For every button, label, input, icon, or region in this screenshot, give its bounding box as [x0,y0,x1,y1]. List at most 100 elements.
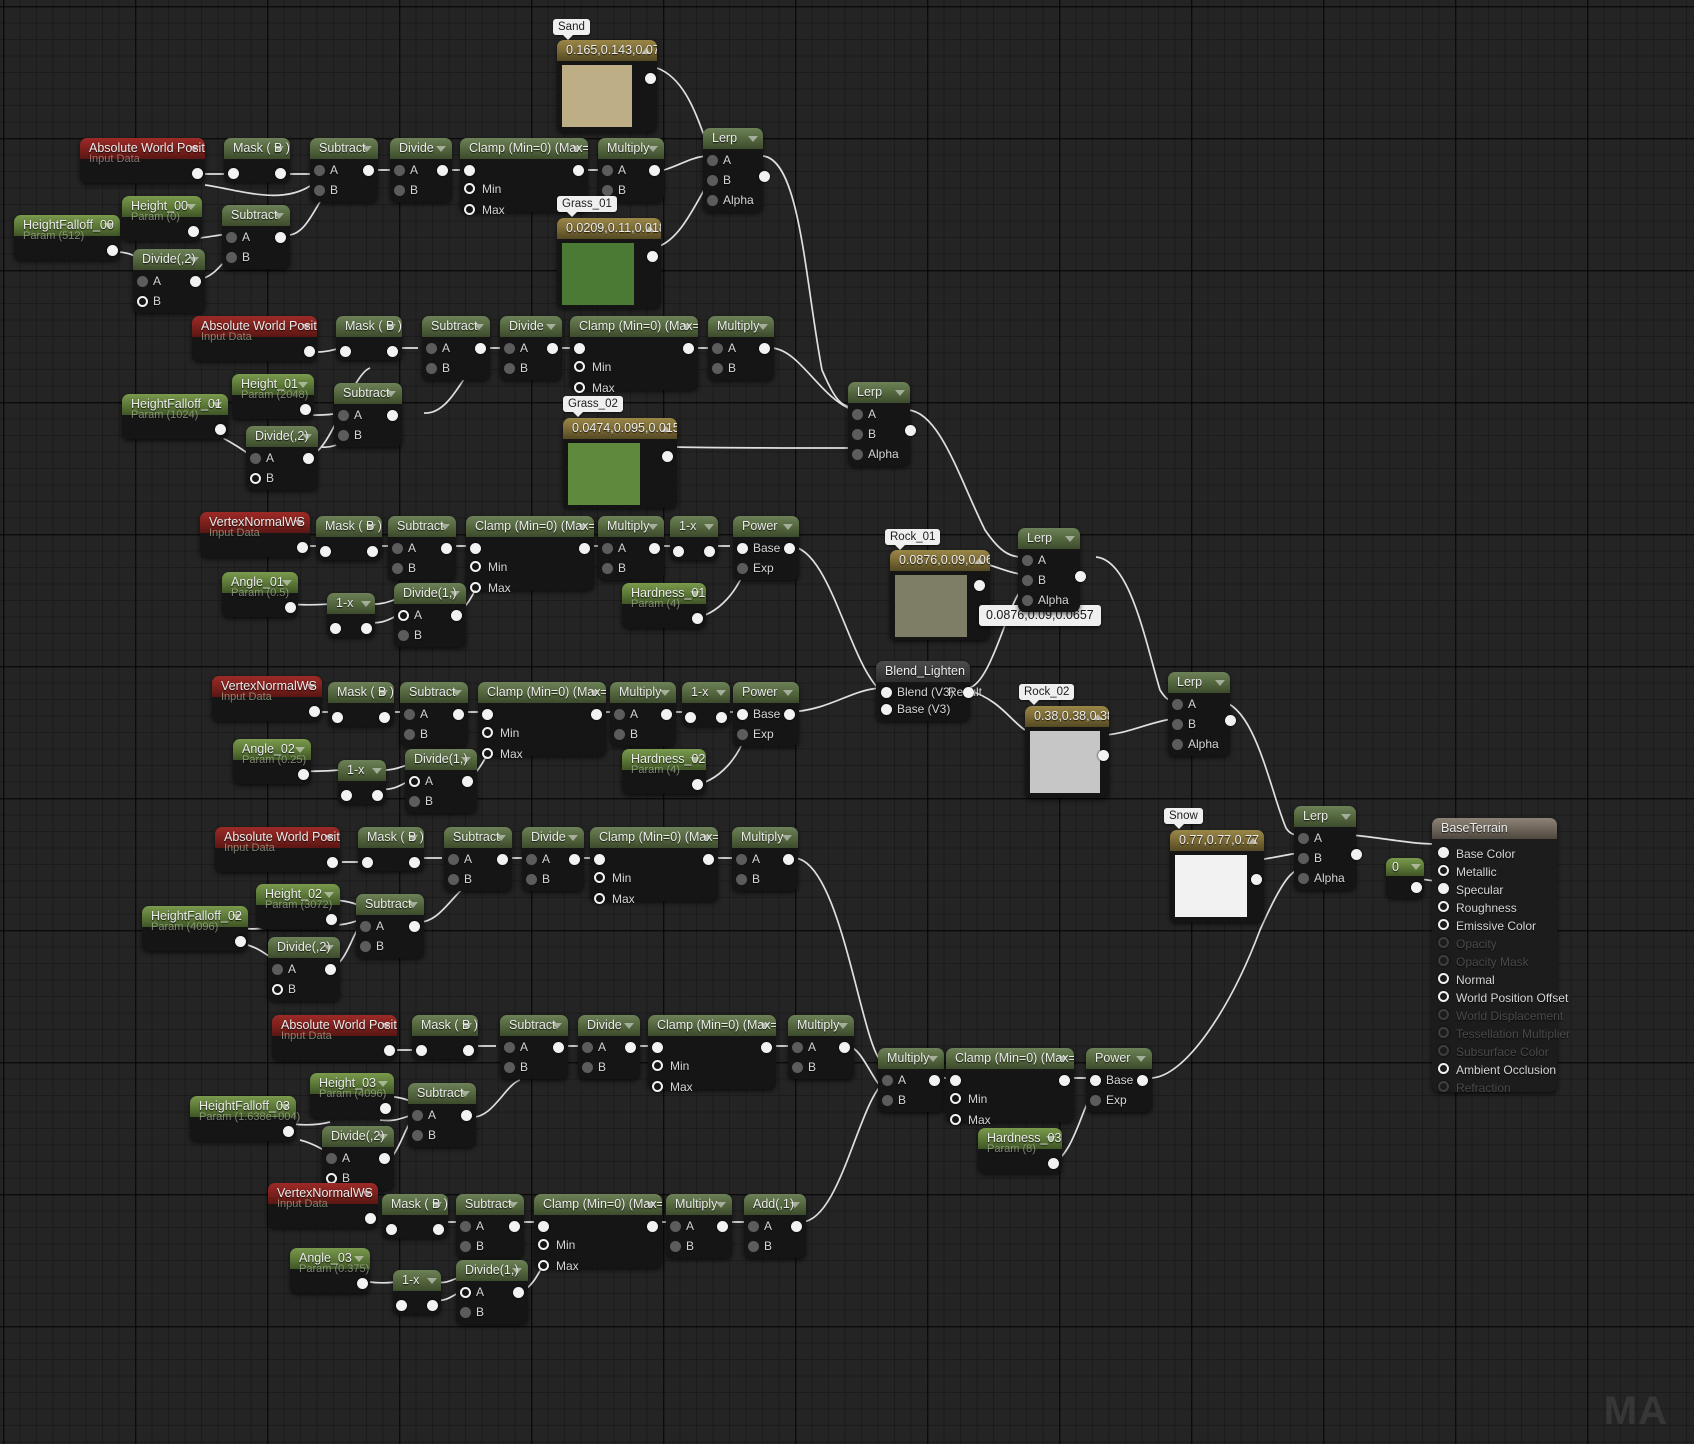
input-pin-a[interactable] [398,610,409,621]
node-add-1[interactable]: Add(,1) A B [744,1194,806,1258]
chevron-down-icon[interactable] [366,524,376,530]
chevron-down-icon[interactable] [496,835,506,841]
node-param-hardness-03[interactable]: Hardness_03 Param (8) [978,1128,1062,1173]
input-pin-b[interactable] [504,1062,515,1073]
input-pin-b[interactable] [314,185,325,196]
node-clamp-2[interactable]: Clamp (Min=0) (Max=1) Min Max [466,516,594,595]
output-pin[interactable] [363,165,374,176]
node-vertex-normal-ws-1[interactable]: VertexNormalWS Input Data [212,676,322,721]
chevron-down-icon[interactable] [552,1023,562,1029]
node-multiply-3[interactable]: Multiply A B [610,682,676,746]
input-pin-exp[interactable] [737,563,748,574]
chevron-down-icon[interactable] [648,146,658,152]
node-one-minus-x-angle-03[interactable]: 1-x [393,1270,441,1314]
output-pin[interactable] [703,854,714,865]
output-pin[interactable] [215,424,226,435]
output-pin[interactable] [1351,849,1362,860]
chevron-down-icon[interactable] [758,324,768,330]
input-pin-a[interactable] [137,276,148,287]
input-pin[interactable] [228,168,239,179]
input-pin-min[interactable] [950,1093,961,1104]
input-pin-a[interactable] [670,1221,681,1232]
chevron-down-icon[interactable] [386,391,396,397]
output-pin[interactable] [303,453,314,464]
chevron-down-icon[interactable] [378,1081,388,1087]
chevron-down-icon[interactable] [212,402,222,408]
output-pin[interactable] [1251,874,1262,885]
input-pin-a[interactable] [582,1042,593,1053]
node-lerp-2[interactable]: Lerp A B Alpha [1018,528,1086,612]
node-mask-b-5[interactable]: Mask ( B ) [412,1015,478,1059]
chevron-down-icon[interactable] [324,835,334,841]
output-pin[interactable] [441,543,452,554]
input-pin-a[interactable] [792,1042,803,1053]
node-lerp-1[interactable]: Lerp A B Alpha [848,382,916,466]
input-pin[interactable] [332,712,343,723]
output-pin-roughness[interactable] [1438,901,1449,912]
node-divide2-01[interactable]: Divide(,2) A B [246,426,318,490]
input-pin[interactable] [341,790,352,801]
output-pin[interactable] [509,1221,520,1232]
output-pin-row[interactable]: Refraction [1432,1077,1557,1095]
output-pin-row[interactable]: World Displacement [1432,1005,1563,1023]
node-param-height-00[interactable]: Height_00 Param (0) [122,196,202,241]
node-power-0[interactable]: Power Base Exp [733,516,799,580]
chevron-down-icon[interactable] [748,136,758,142]
chevron-down-icon[interactable] [432,1202,442,1208]
output-pin[interactable] [379,712,390,723]
input-pin-b[interactable] [712,363,723,374]
input-pin-a[interactable] [338,410,349,421]
output-pin[interactable] [380,1103,391,1114]
node-mask-b-3[interactable]: Mask ( B ) [328,682,394,726]
node-subtract-5[interactable]: Subtract A B [500,1015,568,1079]
constant-node-rock02[interactable]: 0.38,0.38,0.38 [1025,706,1109,798]
node-divide-4[interactable]: Divide A B [522,827,584,891]
chevron-down-icon[interactable] [928,1056,938,1062]
node-clamp-final[interactable]: Clamp (Min=0) (Max=1) Min Max [946,1048,1074,1127]
node-subtract-height-01[interactable]: Subtract A B [334,383,402,447]
input-pin-b[interactable] [582,1062,593,1073]
input-pin-a[interactable] [504,1042,515,1053]
input-pin-a[interactable] [404,709,415,720]
node-multiply-6[interactable]: Multiply A B [666,1194,732,1258]
input-pin-max[interactable] [464,204,475,215]
node-absolute-world-position-1[interactable]: Absolute World Position Input Data [192,316,317,361]
input-pin-min[interactable] [470,561,481,572]
chevron-down-icon[interactable] [280,1104,290,1110]
chevron-down-icon[interactable] [378,690,388,696]
chevron-down-icon[interactable] [189,257,199,263]
output-pin[interactable] [905,425,916,436]
input-pin-b[interactable] [226,252,237,263]
node-clamp-4[interactable]: Clamp (Min=0) (Max=1) Min Max [590,827,718,906]
output-pin[interactable] [283,1126,294,1137]
output-pin[interactable] [591,709,602,720]
node-one-minus-x-angle-01[interactable]: 1-x [327,593,375,637]
output-pin[interactable] [372,790,383,801]
input-pin-b[interactable] [272,984,283,995]
input-pin-max[interactable] [574,382,585,393]
chevron-down-icon[interactable] [572,146,582,152]
output-pin[interactable] [547,343,558,354]
input-pin-b[interactable] [736,874,747,885]
output-pin[interactable] [649,165,660,176]
input-pin-min[interactable] [482,727,493,738]
chevron-down-icon[interactable] [294,520,304,526]
input-pin-b[interactable] [460,1241,471,1252]
input-pin-a[interactable] [614,709,625,720]
chevron-down-icon[interactable] [295,747,305,753]
output-pin[interactable] [625,1042,636,1053]
output-pin[interactable] [974,580,985,591]
output-pin[interactable] [704,546,715,557]
output-pin-row[interactable]: Roughness [1432,897,1557,915]
output-pin[interactable] [365,1213,376,1224]
input-pin-alpha[interactable] [1172,739,1183,750]
chevron-down-icon[interactable] [381,1023,391,1029]
output-pin[interactable] [553,1042,564,1053]
node-power-1[interactable]: Power Base Exp [733,682,799,746]
node-vertex-normal-ws-0[interactable]: VertexNormalWS Input Data [200,512,310,557]
node-subtract-1[interactable]: Subtract A B [422,316,490,380]
input-pin-exp[interactable] [1090,1095,1101,1106]
input-pin[interactable] [362,857,373,868]
chevron-down-icon[interactable] [282,580,292,586]
output-pin[interactable] [475,343,486,354]
